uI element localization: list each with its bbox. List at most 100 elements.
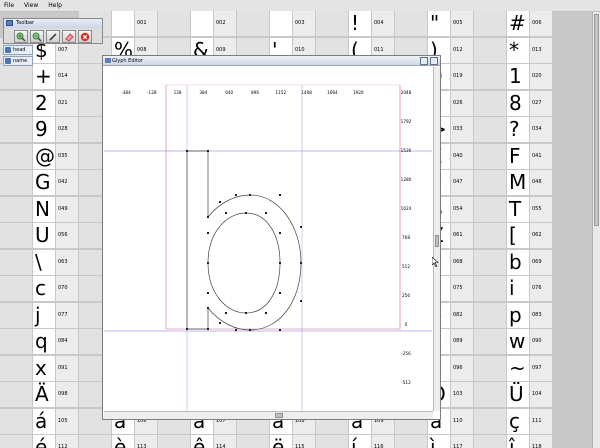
glyph-preview: 8 [507,90,529,116]
control-point [279,194,281,196]
glyph-cell[interactable]: í 116 [316,434,394,448]
glyph-cell[interactable]: [062 [474,222,552,248]
edit-button[interactable] [46,30,60,43]
glyph-cell[interactable]: 1 020 [474,63,552,89]
side-tab-name[interactable]: name [3,56,33,66]
glyph-index: 061 [451,223,473,248]
editor-vscroll-thumb[interactable] [435,235,439,247]
glyph-index: 097 [530,355,552,381]
eraser-button[interactable] [62,30,76,43]
glyph-cell[interactable]: Ü 104 [474,381,552,407]
glyph-cell-pad [0,223,32,248]
grid-vertical-scrollbar[interactable] [592,12,600,448]
glyph-preview: [ [507,223,529,248]
glyph-cell[interactable]: Ä 098 [0,381,78,407]
side-tab-label: head [13,47,26,53]
y-tick-label: 2048 [401,90,412,95]
glyph-cell[interactable]: c 070 [0,275,78,301]
editor-hscroll-thumb[interactable] [275,413,283,418]
glyph-cell-pad [0,382,32,407]
glyph-cell[interactable]: p 083 [474,302,552,328]
glyph-index: 110 [451,408,473,434]
toolbar-titlebar[interactable]: Toolbar [4,19,102,28]
glyph-index: 005 [451,11,473,36]
editor-vertical-scrollbar[interactable] [433,67,440,411]
glyph-cell[interactable]: ! 004 [316,10,394,36]
glyph-cell[interactable]: b 069 [474,249,552,275]
menu-help[interactable]: Help [44,0,68,12]
x-tick-label: 1152 [275,90,286,95]
glyph-cell[interactable]: F 041 [474,143,552,169]
control-point [207,262,209,264]
control-point [225,312,227,314]
zoom-out-button[interactable] [30,30,44,43]
window-icon [6,20,13,26]
glyph-preview: è [112,435,134,448]
glyph-preview [191,11,213,36]
glyph-cell[interactable]: î 118 [474,434,552,448]
glyph-cell[interactable]: ~097 [474,355,552,381]
control-point [279,262,281,264]
glyph-cell[interactable]: 2 021 [0,90,78,116]
glyph-cell[interactable]: U 056 [0,222,78,248]
glyph-index: 111 [530,408,552,434]
glyph-index: 104 [530,382,552,407]
x-tick-label: 896 [251,90,259,95]
zoom-in-button[interactable] [14,30,28,43]
glyph-cell-pad [316,435,348,448]
control-point [225,212,227,214]
cancel-button[interactable] [78,30,92,43]
x-tick-label: 384 [199,90,207,95]
glyph-cell-pad [474,435,506,448]
y-tick-label: 1792 [401,119,412,124]
glyph-editor-titlebar[interactable]: Glyph Editor [103,56,440,66]
glyph-preview: G [33,170,55,195]
maximize-button[interactable] [430,57,438,65]
glyph-preview: é [33,435,55,448]
menu-view[interactable]: View [20,0,44,12]
glyph-preview: ç [507,408,529,434]
glyph-cell[interactable]: " 005 [395,10,473,36]
glyph-cell-pad [237,11,269,36]
glyph-cell[interactable]: ê 114 [158,434,236,448]
glyph-cell[interactable]: é 112 [0,434,78,448]
glyph-cell[interactable]: N 049 [0,196,78,222]
glyph-cell[interactable]: @035 [0,143,78,169]
glyph-cell[interactable]: M 048 [474,169,552,195]
glyph-cell[interactable]: q 084 [0,328,78,354]
glyph-cell-pad [474,170,506,195]
glyph-cell[interactable]: 9 028 [0,116,78,142]
glyph-canvas[interactable]: -384 -128 128 384 640 896 1152 1408 1664 1920 2048… [104,67,432,411]
glyph-cell[interactable]: 8 027 [474,90,552,116]
glyph-cell-pad [474,302,506,328]
grid-scroll-thumb[interactable] [594,14,599,226]
glyph-cell[interactable]: ç 111 [474,408,552,434]
glyph-preview [270,11,292,36]
glyph-cell[interactable]: x 091 [0,355,78,381]
toolbar-window: Toolbar [3,18,103,44]
glyph-cell[interactable]: \ 063 [0,249,78,275]
glyph-preview: j [33,302,55,328]
glyph-cell[interactable]: T 055 [474,196,552,222]
control-point [265,312,267,314]
glyph-cell[interactable]: j 077 [0,302,78,328]
glyph-cell[interactable]: 002 [158,10,236,36]
glyph-cell[interactable]: * 013 [474,37,552,63]
glyph-cell[interactable]: è 113 [79,434,157,448]
side-tab-head[interactable]: head [3,45,33,55]
glyph-cell-pad [0,276,32,301]
glyph-cell[interactable]: 003 [237,10,315,36]
glyph-cell[interactable]: G 042 [0,169,78,195]
glyph-index: 003 [293,11,315,36]
menu-file[interactable]: File [0,0,20,12]
editor-horizontal-scrollbar[interactable] [104,411,433,419]
glyph-cell[interactable]: ë 115 [237,434,315,448]
glyph-cell[interactable]: #006 [474,10,552,36]
glyph-cell[interactable]: ? 034 [474,116,552,142]
glyph-cell[interactable]: w 090 [474,328,552,354]
glyph-cell[interactable]: á 105 [0,408,78,434]
restore-button[interactable] [420,57,428,65]
glyph-index: 012 [451,37,473,63]
glyph-cell[interactable]: i 076 [474,275,552,301]
glyph-cell[interactable]: ì 117 [395,434,473,448]
